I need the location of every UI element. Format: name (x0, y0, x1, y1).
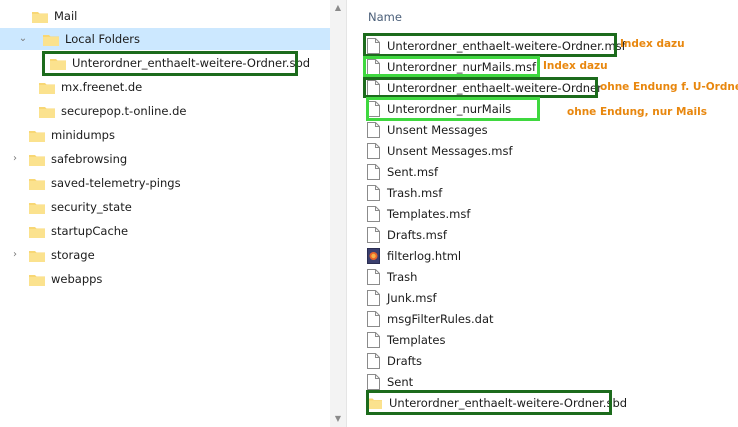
annotation-text: ohne Endung f. U-Ordner (600, 81, 738, 93)
folder-icon (39, 81, 55, 94)
tree-item-label: security_state (51, 200, 132, 214)
file-name: filterlog.html (387, 248, 462, 263)
highlight-box (42, 51, 298, 76)
file-item[interactable]: Junk.msf (367, 288, 437, 307)
file-item[interactable]: msgFilterRules.dat (367, 309, 494, 328)
highlight-box (366, 97, 540, 121)
highlight-box (363, 77, 598, 98)
tree-item-label: Local Folders (65, 32, 140, 46)
tree-item-label: safebrowsing (51, 152, 128, 166)
folder-icon (29, 129, 45, 142)
navigation-tree: Mail ⌄ Local Folders Unterordner_enthael… (0, 0, 330, 427)
file-item[interactable]: Sent.msf (367, 162, 438, 181)
annotation-text: Index dazu (620, 38, 685, 50)
folder-icon (29, 249, 45, 262)
file-item[interactable]: Templates (367, 330, 445, 349)
tree-scrollbar[interactable]: ▲ ▼ (330, 0, 346, 427)
folder-icon (29, 225, 45, 238)
folder-icon (29, 177, 45, 190)
file-icon (367, 289, 380, 306)
highlight-box (366, 390, 612, 415)
tree-item-label: minidumps (51, 128, 115, 142)
file-name: Trash (387, 269, 418, 284)
scroll-down-icon[interactable]: ▼ (330, 411, 346, 427)
file-item[interactable]: Unsent Messages (367, 120, 488, 139)
file-item[interactable]: Drafts.msf (367, 225, 447, 244)
folder-icon (43, 33, 59, 46)
chevron-right-icon[interactable]: › (10, 154, 20, 164)
tree-item-label: webapps (51, 272, 103, 286)
tree-item-startupcache[interactable]: startupCache (0, 220, 330, 242)
file-icon (367, 121, 380, 138)
file-icon (367, 142, 380, 159)
file-name: Sent (387, 374, 414, 389)
file-name: Templates (387, 332, 446, 347)
column-header-name[interactable]: Name (368, 10, 402, 24)
file-icon (367, 352, 380, 369)
tree-item-label: mx.freenet.de (61, 80, 143, 94)
file-item[interactable]: Sent (367, 372, 413, 391)
file-name: Junk.msf (387, 290, 437, 305)
file-item[interactable]: filterlog.html (367, 246, 461, 265)
tree-item-security-state[interactable]: security_state (0, 196, 330, 218)
tree-item-label: securepop.t-online.de (61, 104, 187, 118)
file-item[interactable]: Trash (367, 267, 417, 286)
annotation-text: ohne Endung, nur Mails (567, 106, 707, 118)
file-name: Drafts.msf (387, 227, 447, 242)
file-icon (367, 373, 380, 390)
tree-item-safebrowsing[interactable]: › safebrowsing (0, 148, 330, 170)
tree-item-label: Mail (54, 9, 78, 23)
file-icon (367, 331, 380, 348)
tree-item-saved-telemetry-pings[interactable]: saved-telemetry-pings (0, 172, 330, 194)
file-name: Unsent Messages (387, 122, 488, 137)
file-icon (367, 205, 380, 222)
tree-item-webapps[interactable]: webapps (0, 268, 330, 290)
file-name: Drafts (387, 353, 422, 368)
tree-item-label: storage (51, 248, 95, 262)
highlight-box (363, 33, 617, 57)
file-name: Trash.msf (387, 185, 443, 200)
folder-icon (29, 201, 45, 214)
tree-item-label: saved-telemetry-pings (51, 176, 181, 190)
chevron-right-icon[interactable]: › (10, 250, 20, 260)
folder-icon (32, 10, 48, 23)
scroll-up-icon[interactable]: ▲ (330, 0, 346, 16)
chevron-down-icon[interactable]: ⌄ (18, 34, 28, 44)
tree-item-label: startupCache (51, 224, 129, 238)
tree-item-minidumps[interactable]: minidumps (0, 124, 330, 146)
folder-icon (29, 273, 45, 286)
highlight-box (363, 56, 540, 77)
file-name: Unsent Messages.msf (387, 143, 513, 158)
file-name: Sent.msf (387, 164, 439, 179)
tree-item-mx-freenet[interactable]: mx.freenet.de (0, 76, 330, 98)
folder-icon (29, 153, 45, 166)
folder-icon (39, 105, 55, 118)
tree-item-securepop[interactable]: securepop.t-online.de (0, 100, 330, 122)
file-icon (367, 310, 380, 327)
file-item[interactable]: Trash.msf (367, 183, 442, 202)
tree-item-storage[interactable]: › storage (0, 244, 330, 266)
file-item[interactable]: Unsent Messages.msf (367, 141, 513, 160)
html-file-icon (367, 247, 380, 264)
file-icon (367, 184, 380, 201)
annotation-text: Index dazu (543, 60, 608, 72)
file-icon (367, 268, 380, 285)
file-icon (367, 163, 380, 180)
tree-item-mail[interactable]: Mail (0, 5, 330, 27)
file-item[interactable]: Templates.msf (367, 204, 470, 223)
tree-item-local-folders[interactable]: ⌄ Local Folders (0, 28, 330, 50)
file-icon (367, 226, 380, 243)
file-name: Templates.msf (387, 206, 471, 221)
file-item[interactable]: Drafts (367, 351, 422, 370)
file-name: msgFilterRules.dat (387, 311, 494, 326)
pane-divider (346, 0, 347, 427)
